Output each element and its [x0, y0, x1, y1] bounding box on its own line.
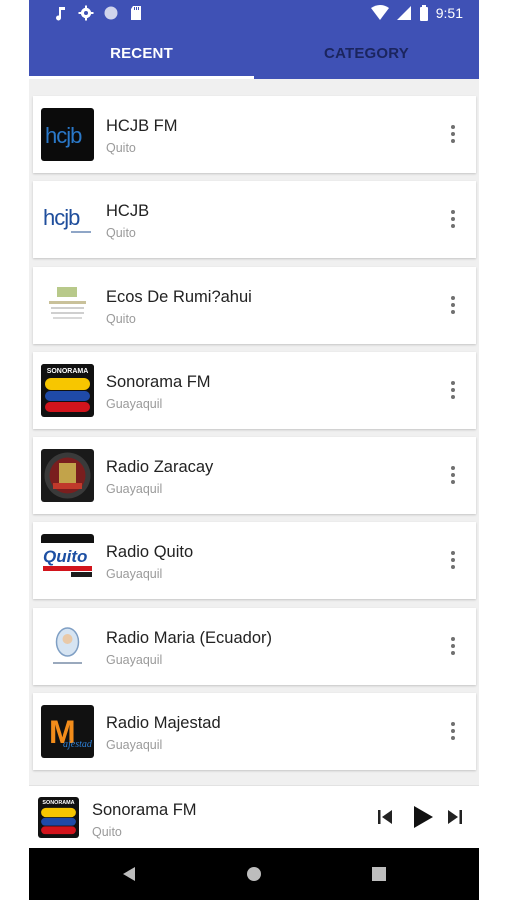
more-options-icon[interactable]	[446, 719, 460, 743]
tab-recent[interactable]: RECENT	[29, 28, 254, 79]
more-options-icon[interactable]	[446, 207, 460, 231]
more-options-icon[interactable]	[446, 548, 460, 572]
skip-previous-icon[interactable]	[377, 808, 393, 826]
station-list[interactable]: hcjb HCJB FM Quito hcjb HCJB Quito Ecos …	[29, 79, 479, 785]
signal-icon	[396, 6, 411, 20]
circle-icon	[104, 6, 118, 20]
station-name: Radio Zaracay	[106, 458, 214, 477]
svg-text:SONORAMA: SONORAMA	[42, 800, 74, 806]
svg-text:Quito: Quito	[43, 547, 87, 566]
station-card[interactable]: Ecos De Rumi?ahui Quito	[33, 266, 476, 344]
station-card[interactable]: hcjb HCJB Quito	[33, 181, 476, 259]
hcjb-logo: hcjb	[41, 193, 94, 247]
station-city: Guayaquil	[106, 738, 163, 753]
station-name: Radio Quito	[106, 543, 194, 562]
radio-quito-logo: Quito	[41, 534, 94, 588]
station-city: Quito	[106, 226, 136, 241]
player-sonorama-logo: SONORAMA	[38, 797, 79, 838]
mini-player[interactable]: SONORAMA Sonorama FM Quito	[29, 785, 479, 848]
station-name: Radio Majestad	[106, 714, 221, 733]
station-card[interactable]: Radio Maria (Ecuador) Guayaquil	[33, 607, 476, 685]
play-icon[interactable]	[412, 805, 434, 829]
svg-text:hcjb: hcjb	[43, 205, 80, 230]
station-city: Guayaquil	[106, 652, 163, 667]
clock-time: 9:51	[435, 5, 463, 21]
more-options-icon[interactable]	[446, 378, 460, 402]
station-city: Quito	[106, 311, 136, 326]
majestad-logo: Majestad	[41, 705, 94, 759]
svg-text:SONORAMA: SONORAMA	[47, 368, 89, 375]
hcjb-fm-logo: hcjb	[41, 108, 94, 161]
zaracay-logo	[41, 449, 94, 503]
more-options-icon[interactable]	[446, 122, 460, 146]
recents-icon[interactable]	[372, 867, 386, 881]
sonorama-logo: SONORAMA	[41, 363, 94, 417]
svg-text:ajestad: ajestad	[63, 739, 93, 750]
app-screen: 9:51 RECENT CATEGORY hcjb HCJB FM Quito …	[29, 0, 479, 900]
gear-icon	[78, 5, 94, 21]
back-icon[interactable]	[122, 866, 136, 882]
radio-maria-logo	[41, 619, 94, 673]
ecos-rumiahui-logo	[41, 278, 94, 332]
station-card[interactable]: SONORAMA Sonorama FM Guayaquil	[33, 351, 476, 429]
station-name: Sonorama FM	[106, 372, 211, 391]
station-card[interactable]: Majestad Radio Majestad Guayaquil	[33, 693, 476, 771]
more-options-icon[interactable]	[446, 293, 460, 317]
station-name: HCJB FM	[106, 117, 178, 135]
skip-next-icon[interactable]	[447, 808, 463, 826]
music-note-icon	[56, 7, 65, 21]
navigation-bar	[29, 848, 479, 900]
more-options-icon[interactable]	[446, 634, 460, 658]
more-options-icon[interactable]	[446, 463, 460, 487]
player-station-name: Sonorama FM	[92, 801, 197, 819]
station-city: Quito	[106, 141, 136, 155]
station-city: Guayaquil	[106, 567, 163, 582]
wifi-icon	[370, 5, 389, 20]
svg-text:hcjb: hcjb	[45, 123, 82, 148]
station-city: Guayaquil	[106, 482, 163, 497]
tab-category[interactable]: CATEGORY	[254, 28, 479, 79]
station-card[interactable]: Radio Zaracay Guayaquil	[33, 437, 476, 515]
station-name: HCJB	[106, 202, 150, 221]
station-card[interactable]: Quito Radio Quito Guayaquil	[33, 522, 476, 600]
sd-card-icon	[131, 6, 141, 20]
station-card[interactable]: hcjb HCJB FM Quito	[33, 96, 476, 173]
station-name: Ecos De Rumi?ahui	[106, 287, 252, 306]
status-bar: 9:51	[29, 0, 479, 28]
station-name: Radio Maria (Ecuador)	[106, 628, 272, 647]
tab-bar: RECENT CATEGORY	[29, 28, 479, 79]
battery-icon	[419, 5, 428, 21]
station-city: Guayaquil	[106, 396, 163, 411]
player-station-city: Quito	[92, 825, 122, 839]
home-icon[interactable]	[246, 866, 262, 882]
